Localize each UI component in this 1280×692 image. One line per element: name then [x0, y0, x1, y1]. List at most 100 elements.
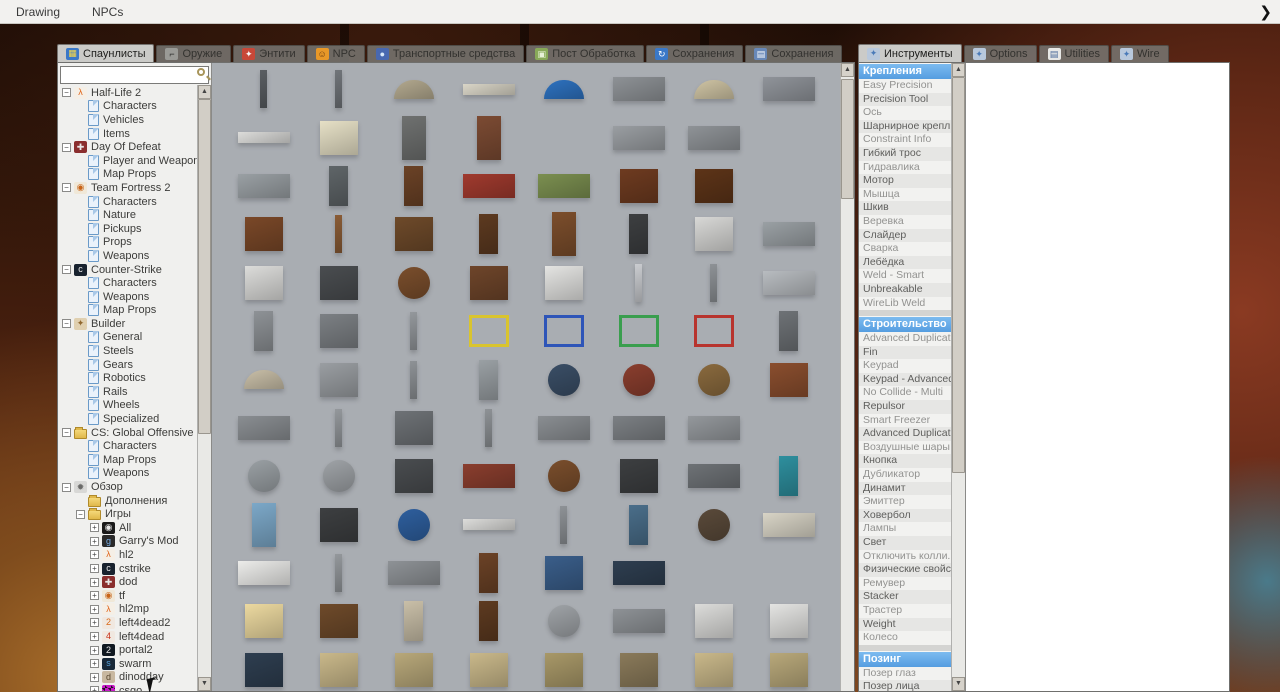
spawn-prop-icon[interactable]	[619, 315, 659, 347]
spawn-prop-icon[interactable]	[320, 363, 358, 397]
spawn-prop-icon[interactable]	[770, 653, 808, 687]
spawn-prop-icon[interactable]	[629, 505, 648, 545]
tree-toggle-plus-icon[interactable]: +	[90, 659, 99, 668]
scroll-down-button[interactable]: ▼	[198, 677, 211, 691]
tool-item[interactable]: Мотор	[859, 174, 951, 188]
spawn-prop-icon[interactable]	[770, 604, 808, 638]
spawn-prop-icon[interactable]	[694, 315, 734, 347]
spawn-prop-icon[interactable]	[477, 116, 501, 160]
spawn-prop-icon[interactable]	[698, 509, 730, 541]
spawn-prop-icon[interactable]	[238, 174, 290, 198]
spawn-prop-icon[interactable]	[548, 364, 580, 396]
tree-item[interactable]: Map Props	[58, 168, 197, 182]
spawn-prop-icon[interactable]	[620, 169, 658, 203]
spawn-prop-icon[interactable]	[404, 601, 423, 641]
tree-scrollbar[interactable]: ▲ ▼	[197, 85, 211, 691]
scroll-up-button[interactable]: ▲	[952, 63, 965, 77]
tool-item[interactable]: Ось	[859, 106, 951, 120]
chevron-right-icon[interactable]: ❯	[1251, 3, 1280, 21]
spawn-prop-icon[interactable]	[323, 460, 355, 492]
spawn-prop-icon[interactable]	[238, 416, 290, 440]
spawn-prop-icon[interactable]	[388, 561, 440, 585]
spawn-prop-icon[interactable]	[613, 77, 665, 101]
spawn-prop-icon[interactable]	[398, 267, 430, 299]
tree-item[interactable]: Characters	[58, 100, 197, 114]
spawnmenu-tab[interactable]: ▦Спаунлисты	[57, 44, 154, 62]
spawn-prop-icon[interactable]	[779, 456, 798, 496]
tree-item[interactable]: Characters	[58, 276, 197, 290]
tool-item[interactable]: Лебёдка	[859, 256, 951, 270]
tool-item[interactable]: Шарнирное крепл...	[859, 120, 951, 134]
spawn-prop-icon[interactable]	[463, 174, 515, 198]
tree-item[interactable]: Weapons	[58, 249, 197, 263]
spawn-prop-icon[interactable]	[613, 126, 665, 150]
spawn-prop-icon[interactable]	[335, 70, 342, 108]
spawn-prop-icon[interactable]	[620, 653, 658, 687]
tool-item[interactable]: Easy Precision	[859, 79, 951, 93]
spawn-prop-icon[interactable]	[463, 519, 515, 530]
spawn-prop-icon[interactable]	[538, 174, 590, 198]
scroll-up-button[interactable]: ▲	[198, 85, 211, 99]
spawn-prop-icon[interactable]	[698, 364, 730, 396]
menu-item-drawing[interactable]: Drawing	[0, 0, 76, 24]
tree-toggle-plus-icon[interactable]: +	[90, 646, 99, 655]
spawnmenu-tab[interactable]: ✦Энтити	[233, 45, 304, 62]
tool-item[interactable]: Лампы	[859, 522, 951, 536]
tree-item[interactable]: Player and Weapons	[58, 154, 197, 168]
tree-item[interactable]: +gGarry's Mod	[58, 535, 197, 549]
tool-item[interactable]: Позер глаз	[859, 667, 951, 681]
tools-tab[interactable]: ✦Wire	[1111, 45, 1169, 62]
spawn-prop-icon[interactable]	[469, 315, 509, 347]
tool-item[interactable]: Веревка	[859, 215, 951, 229]
spawn-prop-icon[interactable]	[248, 460, 280, 492]
spawn-prop-icon[interactable]	[479, 601, 498, 641]
spawn-prop-icon[interactable]	[544, 80, 584, 99]
tool-item[interactable]: Keypad	[859, 359, 951, 373]
tree-toggle-minus-icon[interactable]: −	[62, 265, 71, 274]
spawn-prop-icon[interactable]	[320, 266, 358, 300]
tree-toggle-minus-icon[interactable]: −	[62, 143, 71, 152]
spawnmenu-tab[interactable]: ▣Пост Обработка	[526, 45, 644, 62]
spawn-prop-icon[interactable]	[695, 217, 733, 251]
spawn-prop-icon[interactable]	[545, 556, 583, 590]
tree-item[interactable]: +ddinodday	[58, 671, 197, 685]
tool-item[interactable]: Гибкий трос	[859, 147, 951, 161]
spawn-prop-icon[interactable]	[470, 653, 508, 687]
tree-item[interactable]: Wheels	[58, 399, 197, 413]
tree-item[interactable]: Characters	[58, 439, 197, 453]
spawn-prop-icon[interactable]	[688, 126, 740, 150]
tree-item[interactable]: Items	[58, 127, 197, 141]
scroll-up-button[interactable]: ▲	[841, 63, 854, 77]
spawn-prop-icon[interactable]	[479, 553, 498, 593]
tool-item[interactable]: Дубликатор	[859, 468, 951, 482]
tool-item[interactable]: Constraint Info	[859, 133, 951, 147]
spawn-prop-icon[interactable]	[545, 653, 583, 687]
spawn-prop-icon[interactable]	[252, 503, 276, 547]
search-input[interactable]	[60, 66, 209, 84]
tool-item[interactable]: Кнопка	[859, 454, 951, 468]
spawn-prop-icon[interactable]	[335, 215, 342, 253]
tree-item[interactable]: +sswarm	[58, 657, 197, 671]
spawn-prop-icon[interactable]	[763, 513, 815, 537]
tool-item[interactable]: Keypad - Advanced	[859, 373, 951, 387]
tool-item[interactable]: Weld - Smart	[859, 269, 951, 283]
tree-toggle-plus-icon[interactable]: +	[90, 523, 99, 532]
tree-toggle-minus-icon[interactable]: −	[76, 510, 85, 519]
tree-item[interactable]: Weapons	[58, 290, 197, 304]
tree-item[interactable]: Rails	[58, 385, 197, 399]
tools-tab[interactable]: ✦Инструменты	[858, 44, 962, 62]
tree-item[interactable]: Specialized	[58, 412, 197, 426]
spawn-prop-icon[interactable]	[779, 311, 798, 351]
tool-item[interactable]: Воздушные шары	[859, 441, 951, 455]
spawn-prop-icon[interactable]	[402, 116, 426, 160]
spawn-prop-icon[interactable]	[544, 315, 584, 347]
spawn-prop-icon[interactable]	[623, 364, 655, 396]
spawn-prop-icon[interactable]	[320, 604, 358, 638]
spawn-prop-icon[interactable]	[245, 604, 283, 638]
tree-item[interactable]: +csgo	[58, 684, 197, 691]
tree-item[interactable]: −λHalf-Life 2	[58, 86, 197, 100]
tool-item[interactable]: Гидравлика	[859, 161, 951, 175]
spawn-prop-icon[interactable]	[395, 217, 433, 251]
scroll-track[interactable]	[841, 77, 854, 691]
tool-item[interactable]: Ремувер	[859, 577, 951, 591]
